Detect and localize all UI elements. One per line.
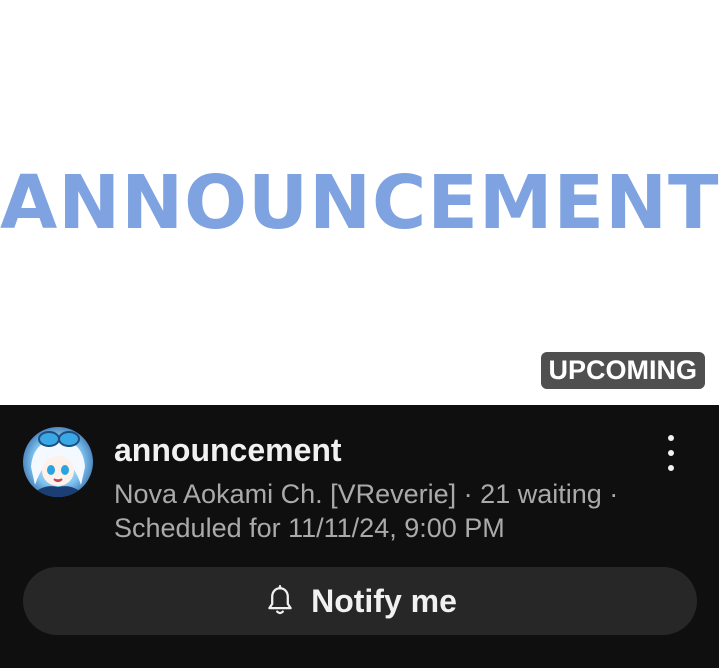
separator: · [609, 479, 619, 509]
more-vert-icon [668, 435, 674, 441]
video-thumbnail[interactable]: ANNOUNCEMENT UPCOMING [0, 0, 719, 405]
notify-me-label: Notify me [311, 582, 457, 619]
video-info-panel: announcement Nova Aokami Ch. [VReverie] … [0, 405, 719, 668]
scheduled-time: Scheduled for 11/11/24, 9:00 PM [114, 513, 505, 543]
channel-name[interactable]: Nova Aokami Ch. [VReverie] [114, 479, 456, 509]
thumbnail-title-text: ANNOUNCEMENT [0, 160, 719, 246]
upcoming-badge: UPCOMING [540, 352, 705, 389]
video-metadata: Nova Aokami Ch. [VReverie] · 21 waiting … [114, 477, 674, 545]
video-title[interactable]: announcement [114, 431, 342, 469]
channel-avatar[interactable] [23, 427, 93, 497]
notify-me-button[interactable]: Notify me [23, 567, 697, 635]
metadata-line-1: Nova Aokami Ch. [VReverie] · 21 waiting … [114, 477, 674, 511]
more-vert-icon [668, 465, 674, 471]
avatar-image [23, 427, 93, 497]
more-vert-icon [668, 450, 674, 456]
separator: · [463, 479, 473, 509]
more-options-button[interactable] [661, 435, 681, 471]
waiting-count: 21 waiting [480, 479, 602, 509]
bell-icon [268, 584, 292, 615]
